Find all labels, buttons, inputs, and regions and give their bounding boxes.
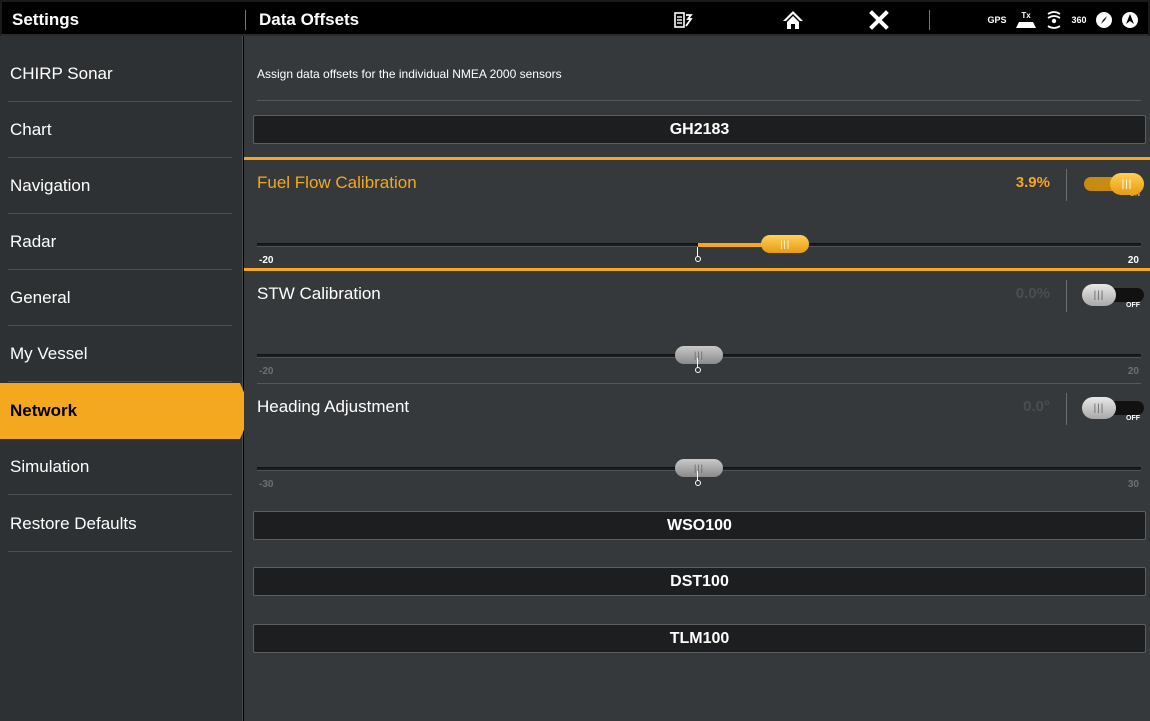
slider-zero-marker <box>695 471 701 486</box>
sidebar-item-label: Simulation <box>10 456 90 476</box>
slider-min-label: -20 <box>259 255 274 266</box>
sidebar-item-label: My Vessel <box>10 343 88 363</box>
sidebar-item-network[interactable]: Network <box>0 383 252 439</box>
heading-adjustment-toggle[interactable]: ||| OFF <box>1080 397 1144 425</box>
panel-description: Assign data offsets for the individual N… <box>257 67 562 81</box>
setting-value: 3.9% <box>1015 174 1050 191</box>
settings-title: Settings <box>12 10 80 29</box>
slider-zero-marker <box>695 358 701 373</box>
value-divider <box>1066 169 1067 201</box>
slider-min-label: -30 <box>259 479 274 490</box>
toggle-state-label: OFF <box>1126 415 1140 422</box>
stw-calibration-slider[interactable]: ||| -20 20 <box>257 346 1141 384</box>
slider-min-label: -20 <box>259 366 274 377</box>
close-icon[interactable] <box>866 8 892 32</box>
setting-label: STW Calibration <box>257 284 381 303</box>
sidebar-item-label: Restore Defaults <box>10 513 137 533</box>
sidebar-item-label: CHIRP Sonar <box>10 63 113 83</box>
slider-thumb[interactable]: ||| <box>761 235 810 253</box>
slider-max-label: 20 <box>1127 255 1139 266</box>
page-title: Data Offsets <box>259 10 360 29</box>
gps-status-icon: GPS <box>987 15 1007 25</box>
sidebar-item-restore-defaults[interactable]: Restore Defaults <box>8 496 232 552</box>
title-divider <box>245 10 246 30</box>
fuel-flow-slider[interactable]: ||| -20 20 <box>257 235 1141 273</box>
setting-value: 0.0% <box>1015 285 1050 302</box>
sidebar-item-simulation[interactable]: Simulation <box>8 439 232 495</box>
sidebar-item-label: Chart <box>10 119 52 139</box>
setting-fuel-flow-calibration[interactable]: Fuel Flow Calibration 3.9% ||| ON ||| -2… <box>244 157 1150 271</box>
sonar-signal-icon <box>1043 8 1065 32</box>
sidebar-item-navigation[interactable]: Navigation <box>8 158 232 214</box>
sidebar-item-general[interactable]: General <box>8 270 232 326</box>
slider-zero-marker <box>695 247 701 262</box>
setting-label: Heading Adjustment <box>257 397 410 416</box>
compass-icon <box>1093 8 1115 32</box>
toggle-knob: ||| <box>1082 284 1116 306</box>
fuel-flow-toggle[interactable]: ||| ON <box>1080 173 1144 201</box>
sidebar-item-label: General <box>10 287 71 307</box>
slider-max-label: 20 <box>1127 366 1139 377</box>
sensor-header-tlm100[interactable]: TLM100 <box>253 624 1146 653</box>
sidebar-item-label: Radar <box>10 231 57 251</box>
setting-value: 0.0° <box>1023 398 1050 415</box>
toggle-state-label: OFF <box>1126 302 1140 309</box>
setting-heading-adjustment[interactable]: Heading Adjustment 0.0° ||| OFF ||| -30 … <box>244 384 1150 498</box>
exit-icon[interactable] <box>670 8 696 32</box>
sidebar-item-label: Network <box>10 401 78 420</box>
sidebar-item-label: Navigation <box>10 175 91 195</box>
sensor-header-gh2183[interactable]: GH2183 <box>253 115 1146 144</box>
toggle-knob: ||| <box>1082 397 1116 419</box>
home-icon[interactable] <box>779 8 807 32</box>
sidebar-item-chirp-sonar[interactable]: CHIRP Sonar <box>8 46 232 102</box>
sensor-header-dst100[interactable]: DST100 <box>253 567 1146 596</box>
sidebar-item-my-vessel[interactable]: My Vessel <box>8 326 232 382</box>
stw-calibration-toggle[interactable]: ||| OFF <box>1080 284 1144 312</box>
toggle-state-label: ON <box>1129 191 1141 198</box>
heading-adjustment-slider[interactable]: ||| -30 30 <box>257 459 1141 497</box>
settings-sidebar: CHIRP Sonar Chart Navigation Radar Gener… <box>0 36 252 721</box>
setting-label: Fuel Flow Calibration <box>257 173 417 192</box>
sidebar-item-chart[interactable]: Chart <box>8 102 232 158</box>
value-divider <box>1066 393 1067 425</box>
value-divider <box>1066 280 1067 312</box>
sensor-header-wso100[interactable]: WSO100 <box>253 511 1146 540</box>
sidebar-item-radar[interactable]: Radar <box>8 214 232 270</box>
360-status-icon: 360 <box>1071 15 1087 25</box>
divider <box>257 100 1141 101</box>
status-divider <box>929 10 930 30</box>
autopilot-icon <box>1119 8 1141 32</box>
top-bar: Settings Data Offsets GPS Tx 360 <box>0 0 1150 36</box>
transmit-status-icon: Tx <box>1014 8 1038 32</box>
setting-stw-calibration[interactable]: STW Calibration 0.0% ||| OFF ||| -20 20 <box>244 271 1150 385</box>
slider-max-label: 30 <box>1127 479 1139 490</box>
data-offsets-panel: Assign data offsets for the individual N… <box>244 36 1150 721</box>
